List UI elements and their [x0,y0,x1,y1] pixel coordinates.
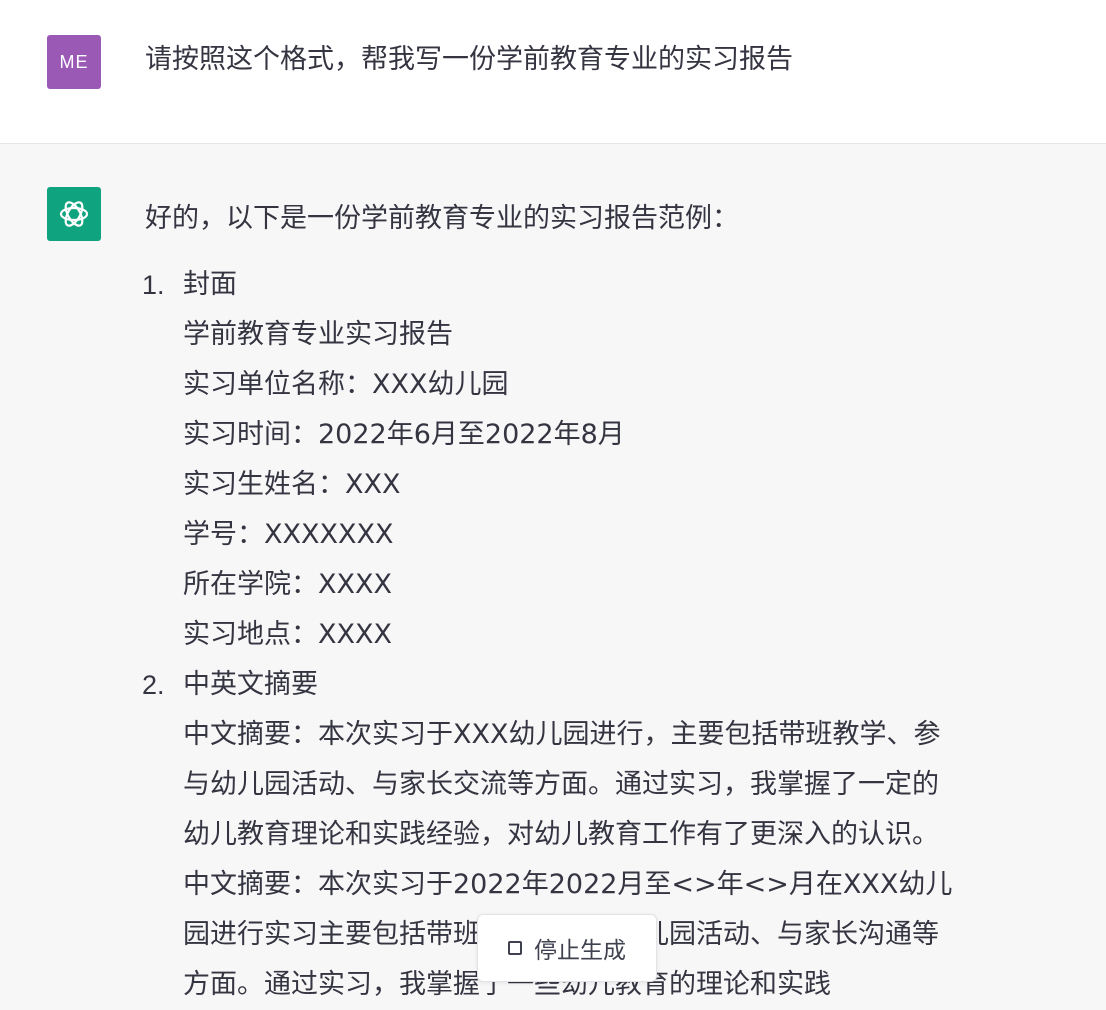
assistant-intro-text: 好的，以下是一份学前教育专业的实习报告范例： [145,203,739,234]
assistant-message-row: 好的，以下是一份学前教育专业的实习报告范例： 1. 封面 学前教育专业实习报告 … [0,144,1106,1000]
stop-generating-button[interactable]: 停止生成 [477,914,657,982]
user-message-text: 请按照这个格式，帮我写一份学前教育专业的实习报告 [145,44,793,75]
assistant-avatar [47,187,101,241]
section-number: 2. [142,670,165,700]
user-message-row: ME 请按照这个格式，帮我写一份学前教育专业的实习报告 [0,0,1106,144]
assistant-message-content: 好的，以下是一份学前教育专业的实习报告范例： 1. 封面 学前教育专业实习报告 … [142,194,975,1010]
report-section-list: 1. 封面 学前教育专业实习报告 实习单位名称：XXX幼儿园 实习时间：2022… [142,260,975,1010]
section-cover: 1. 封面 学前教育专业实习报告 实习单位名称：XXX幼儿园 实习时间：2022… [142,260,975,660]
user-avatar: ME [47,35,101,89]
section-title: 中英文摘要 [183,669,318,700]
cover-line: 实习时间：2022年6月至2022年8月 [183,419,625,450]
cover-line: 学前教育专业实习报告 [183,319,453,350]
cover-line: 实习地点：XXXX [183,619,392,650]
cover-line: 实习生姓名：XXX [183,469,401,500]
section-number: 1. [142,270,165,300]
section-title: 封面 [183,269,237,300]
stop-generating-label: 停止生成 [534,938,626,964]
openai-logo-icon [59,201,89,227]
cover-line: 学号：XXXXXXX [183,519,394,550]
stop-square-icon [508,941,522,955]
cover-line: 实习单位名称：XXX幼儿园 [183,369,509,400]
cover-line: 所在学院：XXXX [183,569,392,600]
